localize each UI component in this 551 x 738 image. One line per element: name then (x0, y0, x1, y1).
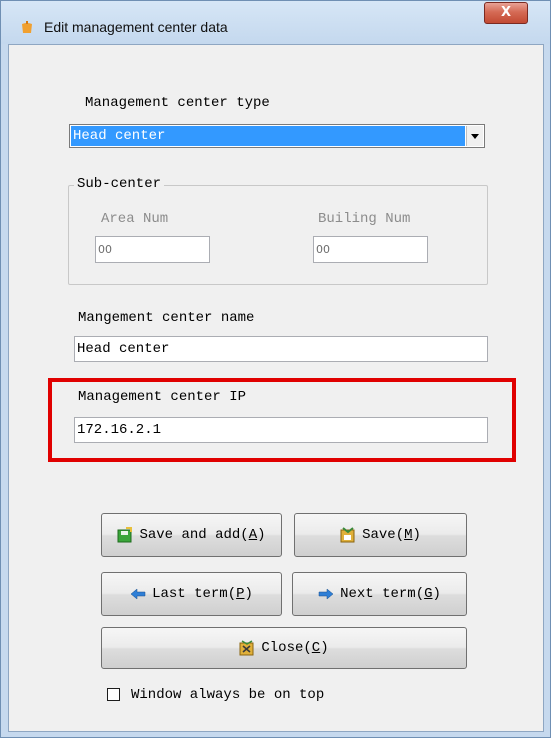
center-type-select[interactable]: Head center (69, 124, 485, 148)
building-num-label: Builing Num (318, 211, 411, 227)
ip-highlight-box (48, 378, 516, 462)
save-and-add-button[interactable]: Save and add(A) (101, 513, 282, 557)
close-window-button[interactable]: X (484, 2, 528, 24)
center-name-input[interactable]: Head center (74, 336, 488, 362)
area-num-field: 00 (95, 236, 210, 263)
sub-center-group (68, 185, 488, 285)
last-term-button[interactable]: Last term(P) (101, 572, 282, 616)
center-type-selected-value: Head center (71, 126, 465, 146)
next-term-button[interactable]: Next term(G) (292, 572, 467, 616)
save-button[interactable]: Save(M) (294, 513, 467, 557)
save-icon (340, 527, 355, 543)
area-num-label: Area Num (101, 211, 169, 227)
arrow-left-icon (130, 588, 146, 600)
arrow-right-icon (318, 588, 334, 600)
center-type-label: Management center type (85, 95, 270, 111)
window-title: Edit management center data (44, 19, 228, 35)
close-button[interactable]: Close(C) (101, 627, 467, 669)
center-name-label: Mangement center name (78, 310, 255, 326)
always-on-top-checkbox[interactable] (107, 688, 120, 701)
always-on-top-label[interactable]: Window always be on top (131, 687, 324, 703)
close-door-icon (239, 640, 254, 656)
chevron-down-icon[interactable] (466, 126, 483, 146)
sub-center-legend: Sub-center (74, 176, 165, 192)
app-icon (22, 21, 32, 33)
save-add-icon (117, 527, 133, 543)
building-num-field: 00 (313, 236, 428, 263)
